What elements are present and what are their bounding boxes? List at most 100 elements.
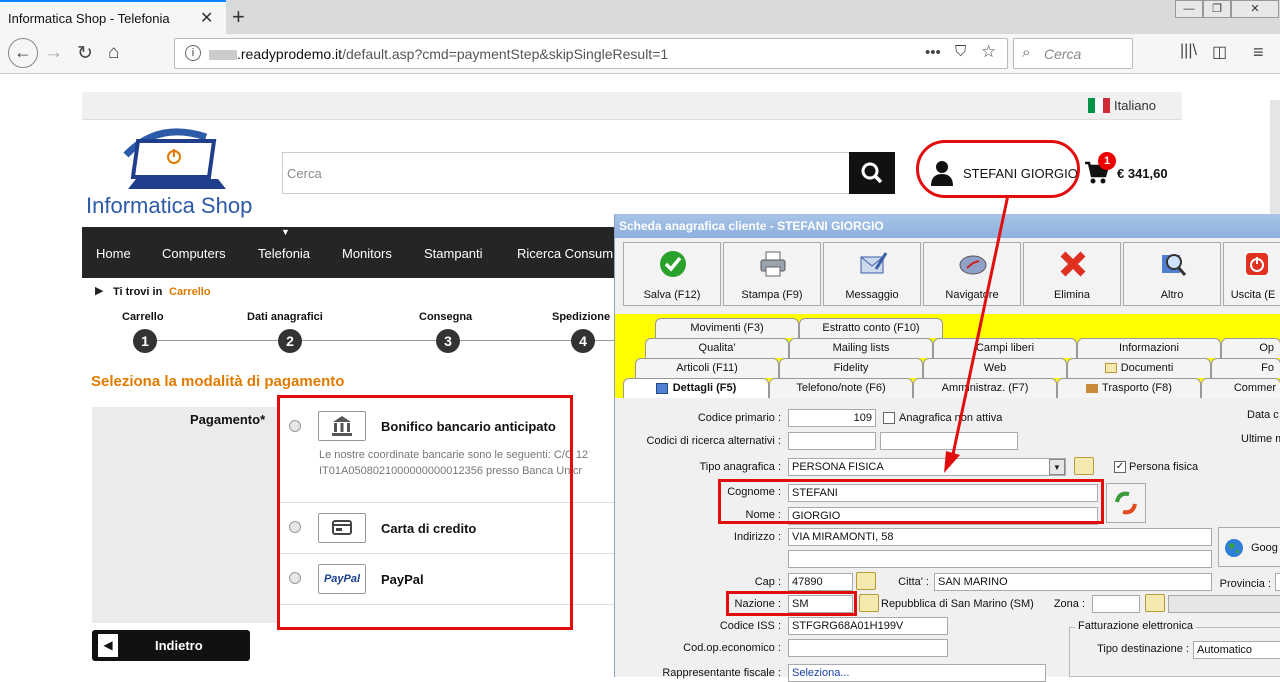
menu-item-home[interactable]: Home <box>96 246 131 261</box>
tab-informazioni[interactable]: Informazioni <box>1077 338 1221 358</box>
menu-item-ricerca[interactable]: Ricerca Consum <box>517 246 613 261</box>
tab-fidelity[interactable]: Fidelity <box>779 358 923 378</box>
menu-icon[interactable]: ≡ <box>1253 42 1264 63</box>
fatturazione-group-title: Fatturazione elettronica <box>1075 620 1196 632</box>
codice-iss-field[interactable]: STFGRG68A01H199V <box>788 617 948 635</box>
step-label-carrello: Carrello <box>122 311 164 323</box>
indirizzo-field-2[interactable] <box>788 550 1212 568</box>
step-label-dati: Dati anagrafici <box>247 311 323 323</box>
tab-movimenti[interactable]: Movimenti (F3) <box>655 318 799 338</box>
step-number-1[interactable]: 1 <box>133 329 157 353</box>
menu-item-stampanti[interactable]: Stampanti <box>424 246 483 261</box>
breadcrumb-link-carrello[interactable]: Carrello <box>169 286 211 298</box>
menu-item-telefonia[interactable]: Telefonia <box>258 246 310 261</box>
cap-field[interactable]: 47890 <box>788 573 853 591</box>
browser-search-box[interactable]: ⌕ Cerca <box>1013 38 1133 69</box>
step-number-4[interactable]: 4 <box>571 329 595 353</box>
site-search-button[interactable] <box>849 152 895 194</box>
dropdown-arrow-icon[interactable]: ▼ <box>1049 459 1065 475</box>
more-button[interactable]: Altro <box>1123 242 1221 306</box>
tab-fo[interactable]: Fo <box>1211 358 1280 378</box>
rappresentante-fiscale-label: Rappresentante fiscale : <box>662 667 781 679</box>
new-tab-icon[interactable]: + <box>232 4 245 30</box>
logo-text[interactable]: Informatica Shop <box>86 193 252 219</box>
google-maps-button[interactable]: Goog <box>1218 527 1280 567</box>
tipo-anagrafica-select[interactable]: PERSONA FISICA <box>788 458 1066 476</box>
tab-commerciale[interactable]: Commer <box>1201 378 1280 398</box>
site-search-placeholder: Cerca <box>287 166 322 181</box>
persona-fisica-checkbox[interactable]: ✓ <box>1114 461 1126 473</box>
bookmark-star-icon[interactable]: ☆ <box>981 42 996 62</box>
scrollbar[interactable] <box>1270 100 1280 220</box>
tab-qualita[interactable]: Qualita' <box>645 338 789 358</box>
message-icon <box>860 252 888 274</box>
delete-button[interactable]: Elimina <box>1023 242 1121 306</box>
print-button[interactable]: Stampa (F9) <box>723 242 821 306</box>
tab-telefono-note[interactable]: Telefono/note (F6) <box>769 378 913 398</box>
minimize-icon[interactable]: — <box>1175 0 1203 18</box>
tab-articoli[interactable]: Articoli (F11) <box>635 358 779 378</box>
logo-image[interactable] <box>118 127 230 193</box>
provincia-field[interactable] <box>1275 573 1280 591</box>
menu-item-computers[interactable]: Computers <box>162 246 226 261</box>
tab-documenti[interactable]: Documenti <box>1067 358 1211 378</box>
annotation-box-payment <box>277 395 573 630</box>
swap-names-button[interactable] <box>1106 483 1146 523</box>
back-button[interactable]: ◀ Indietro <box>92 630 250 661</box>
cod-op-economico-field[interactable] <box>788 639 948 657</box>
tipo-destinazione-select[interactable]: Automatico <box>1193 641 1280 659</box>
tab-op[interactable]: Op <box>1221 338 1280 358</box>
language-selector[interactable]: Italiano <box>1114 98 1156 113</box>
zona-field[interactable] <box>1092 595 1140 613</box>
cart-total[interactable]: € 341,60 <box>1117 166 1168 181</box>
tab-dettagli[interactable]: Dettagli (F5) <box>623 378 769 399</box>
folder-icon[interactable] <box>859 594 879 612</box>
folder-icon[interactable] <box>856 572 876 590</box>
folder-icon[interactable] <box>1074 457 1094 475</box>
sidebar-icon[interactable]: ◫ <box>1212 42 1227 62</box>
restore-icon[interactable]: ❐ <box>1203 0 1231 18</box>
annotation-box-names <box>718 479 1104 524</box>
home-icon[interactable]: ⌂ <box>108 42 119 64</box>
url-host: .readyprodemo.it <box>237 46 343 62</box>
anagrafica-non-attiva-checkbox[interactable] <box>883 412 895 424</box>
close-window-icon[interactable]: ✕ <box>1231 0 1279 18</box>
main-menu: Home Computers Telefonia ▼ Monitors Stam… <box>82 227 622 278</box>
save-button[interactable]: Salva (F12) <box>623 242 721 306</box>
more-actions-icon[interactable]: ••• <box>925 44 941 61</box>
rappresentante-fiscale-field[interactable]: Seleziona... <box>788 664 1046 682</box>
codice-ricerca-field-1[interactable] <box>788 432 876 450</box>
reload-icon[interactable]: ↻ <box>77 42 93 65</box>
step-number-2[interactable]: 2 <box>278 329 302 353</box>
codice-primario-field[interactable]: 109 <box>788 409 876 427</box>
zona-label: Zona : <box>1053 598 1085 610</box>
delete-x-icon <box>1060 251 1086 277</box>
italy-flag-icon[interactable] <box>1088 98 1110 113</box>
print-button-label: Stampa (F9) <box>741 289 803 301</box>
step-number-3[interactable]: 3 <box>436 329 460 353</box>
details-icon <box>655 382 668 394</box>
site-search-input[interactable]: Cerca <box>282 152 850 194</box>
printer-icon <box>760 251 786 277</box>
pocket-icon[interactable]: ⛉ <box>955 43 966 60</box>
url-path: /default.asp?cmd=paymentStep&skipSingleR… <box>342 46 669 62</box>
url-bar[interactable]: i .readyprodemo.it/default.asp?cmd=payme… <box>174 38 1008 69</box>
back-icon[interactable]: ← <box>8 38 38 68</box>
info-icon[interactable]: i <box>185 45 201 61</box>
tab-trasporto[interactable]: Trasporto (F8) <box>1057 378 1201 398</box>
close-tab-icon[interactable]: ✕ <box>200 8 213 28</box>
browser-tab[interactable]: Informatica Shop - Telefonia ✕ <box>0 0 226 34</box>
message-button[interactable]: Messaggio <box>823 242 921 306</box>
tab-estratto-conto[interactable]: Estratto conto (F10) <box>799 318 943 338</box>
tipo-anagrafica-label: Tipo anagrafica : <box>699 461 781 473</box>
citta-field[interactable]: SAN MARINO <box>934 573 1212 591</box>
folder-icon[interactable] <box>1145 594 1165 612</box>
menu-item-monitors[interactable]: Monitors <box>342 246 392 261</box>
codice-primario-label: Codice primario : <box>697 412 781 424</box>
indirizzo-field[interactable]: VIA MIRAMONTI, 58 <box>788 528 1212 546</box>
library-icon[interactable]: |||\ <box>1180 42 1197 60</box>
tab-title: Informatica Shop - Telefonia <box>8 11 170 26</box>
forward-icon[interactable]: → <box>44 42 63 64</box>
tab-mailing-lists[interactable]: Mailing lists <box>789 338 933 358</box>
exit-button[interactable]: Uscita (E <box>1223 242 1280 306</box>
